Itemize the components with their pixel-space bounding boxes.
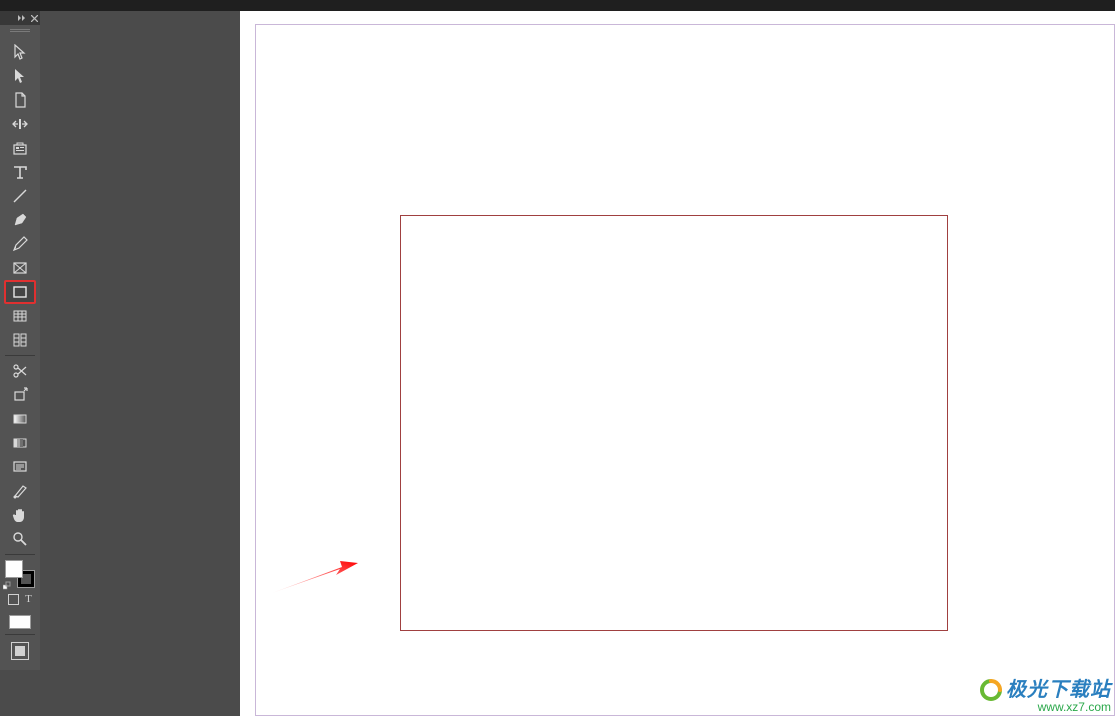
free-transform-tool[interactable] <box>4 383 36 407</box>
color-theme-tool[interactable] <box>4 479 36 503</box>
rectangle-frame-tool[interactable] <box>4 256 36 280</box>
tool-separator <box>5 355 35 356</box>
formatting-container-icon[interactable] <box>8 594 19 605</box>
view-mode-toggle[interactable] <box>11 642 29 660</box>
gradient-feather-tool[interactable] <box>4 431 36 455</box>
gap-tool[interactable] <box>4 112 36 136</box>
pencil-tool[interactable] <box>4 232 36 256</box>
apply-color[interactable] <box>5 613 35 631</box>
page-tool[interactable] <box>4 88 36 112</box>
hand-tool[interactable] <box>4 503 36 527</box>
horizontal-grid-tool[interactable] <box>4 304 36 328</box>
panel-expand-icon[interactable] <box>18 14 26 22</box>
pen-tool[interactable] <box>4 208 36 232</box>
line-tool[interactable] <box>4 184 36 208</box>
scissors-tool[interactable] <box>4 359 36 383</box>
formatting-text-icon[interactable]: T <box>25 594 32 605</box>
zoom-tool[interactable] <box>4 527 36 551</box>
tools-panel-grip[interactable] <box>0 25 40 35</box>
app-menu-bar <box>0 0 1115 11</box>
tool-separator <box>5 554 35 555</box>
fill-swatch[interactable] <box>5 560 23 578</box>
selection-tool[interactable] <box>4 40 36 64</box>
content-collector-tool[interactable] <box>4 136 36 160</box>
vertical-grid-tool[interactable] <box>4 328 36 352</box>
panel-close-icon[interactable] <box>30 14 38 22</box>
rectangle-tool[interactable] <box>4 280 36 304</box>
tool-separator <box>5 634 35 635</box>
pasteboard-left <box>40 11 240 716</box>
drawn-rectangle-object[interactable] <box>400 215 948 631</box>
app-root: T 极光下载站 <box>0 0 1115 716</box>
type-tool[interactable] <box>4 160 36 184</box>
fill-stroke-swatches[interactable] <box>5 560 35 588</box>
direct-selection-tool[interactable] <box>4 64 36 88</box>
tools-panel-header <box>0 11 40 25</box>
tools-panel: T <box>0 35 40 670</box>
note-tool[interactable] <box>4 455 36 479</box>
formatting-affects: T <box>8 594 32 605</box>
swap-fill-stroke-icon[interactable] <box>3 580 13 590</box>
gradient-swatch-tool[interactable] <box>4 407 36 431</box>
